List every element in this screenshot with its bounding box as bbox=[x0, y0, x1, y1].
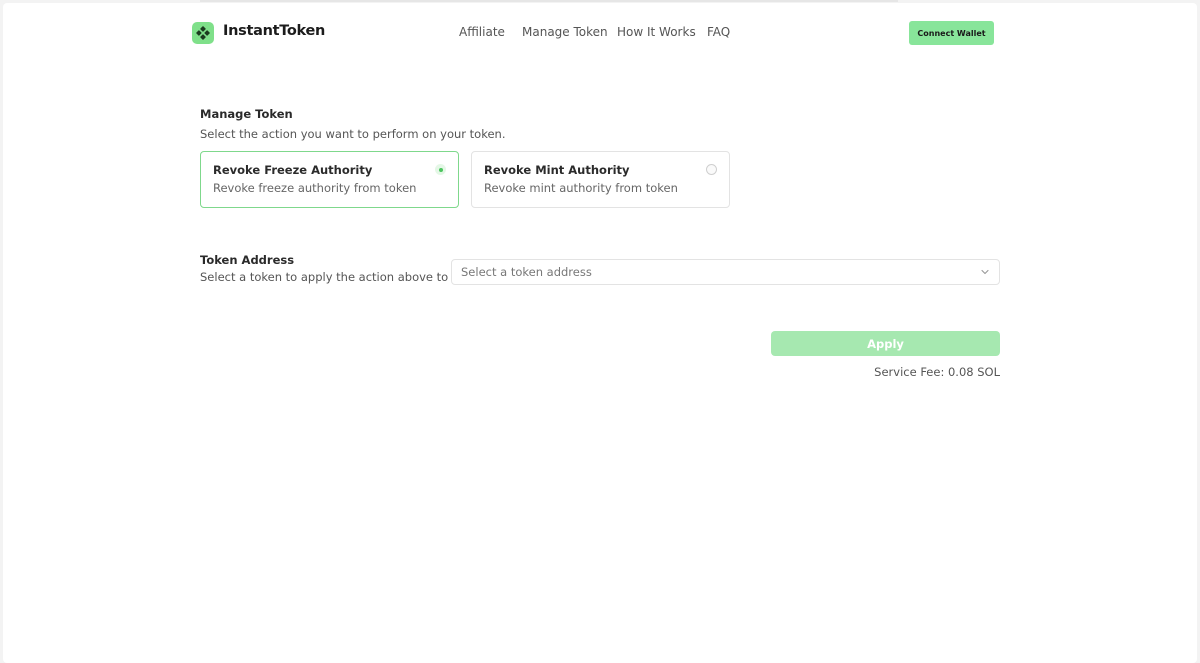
logo-icon[interactable] bbox=[192, 22, 214, 44]
section-subtitle: Select the action you want to perform on… bbox=[200, 127, 506, 141]
page bbox=[3, 3, 1197, 663]
option-revoke-freeze[interactable]: Revoke Freeze Authority Revoke freeze au… bbox=[200, 151, 459, 208]
diamond-grid-icon bbox=[196, 26, 210, 40]
chevron-down-icon bbox=[981, 269, 989, 275]
token-address-select[interactable]: Select a token address bbox=[451, 259, 1000, 285]
option-title: Revoke Freeze Authority bbox=[213, 163, 373, 177]
nav-how-it-works[interactable]: How It Works bbox=[617, 25, 696, 39]
brand-name[interactable]: InstantToken bbox=[223, 23, 325, 39]
token-address-placeholder: Select a token address bbox=[461, 265, 592, 279]
apply-button[interactable]: Apply bbox=[771, 331, 1000, 356]
option-revoke-mint[interactable]: Revoke Mint Authority Revoke mint author… bbox=[471, 151, 730, 208]
nav-faq[interactable]: FAQ bbox=[707, 25, 730, 39]
nav-affiliate[interactable]: Affiliate bbox=[459, 25, 505, 39]
token-address-subtitle: Select a token to apply the action above… bbox=[200, 270, 464, 284]
radio-selected[interactable] bbox=[435, 164, 446, 175]
option-description: Revoke mint authority from token bbox=[484, 181, 678, 195]
top-scroll-indicator bbox=[200, 0, 898, 2]
nav-manage-token[interactable]: Manage Token bbox=[522, 25, 608, 39]
connect-wallet-button[interactable]: Connect Wallet bbox=[909, 21, 994, 45]
option-title: Revoke Mint Authority bbox=[484, 163, 630, 177]
service-fee: Service Fee: 0.08 SOL bbox=[874, 365, 1000, 379]
section-title: Manage Token bbox=[200, 107, 293, 121]
option-description: Revoke freeze authority from token bbox=[213, 181, 417, 195]
radio-unselected[interactable] bbox=[706, 164, 717, 175]
token-address-title: Token Address bbox=[200, 253, 295, 267]
